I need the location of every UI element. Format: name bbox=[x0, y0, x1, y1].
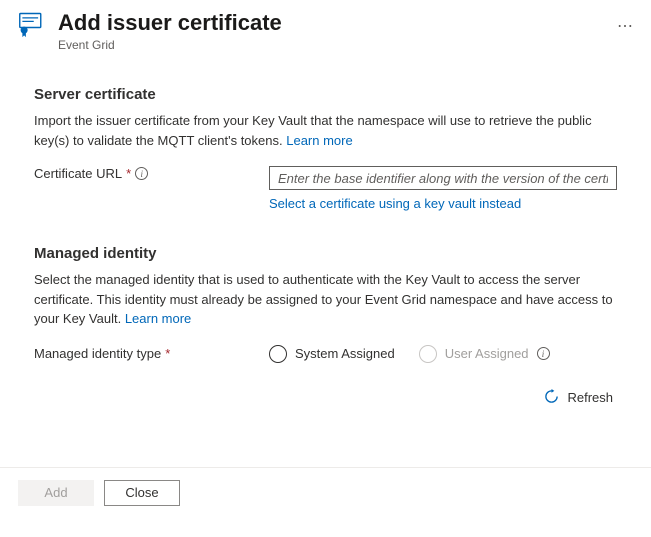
required-indicator: * bbox=[126, 166, 131, 181]
refresh-icon bbox=[544, 389, 559, 407]
managed-identity-type-row: Managed identity type * System Assigned … bbox=[34, 345, 617, 363]
add-button: Add bbox=[18, 480, 94, 506]
radio-icon bbox=[419, 345, 437, 363]
server-certificate-description: Import the issuer certificate from your … bbox=[34, 111, 617, 150]
radio-icon bbox=[269, 345, 287, 363]
info-icon[interactable]: i bbox=[537, 347, 550, 360]
panel-content: Server certificate Import the issuer cer… bbox=[0, 56, 651, 417]
radio-system-assigned[interactable]: System Assigned bbox=[269, 345, 395, 363]
select-keyvault-link[interactable]: Select a certificate using a key vault i… bbox=[269, 196, 521, 211]
managed-identity-type-label: Managed identity type bbox=[34, 346, 161, 361]
required-indicator: * bbox=[165, 346, 170, 361]
managed-identity-heading: Managed identity bbox=[34, 245, 617, 262]
page-subtitle: Event Grid bbox=[58, 38, 605, 52]
radio-user-assigned: User Assigned i bbox=[419, 345, 550, 363]
server-certificate-heading: Server certificate bbox=[34, 86, 617, 103]
panel-header: Add issuer certificate Event Grid ⋯ bbox=[0, 0, 651, 56]
refresh-button[interactable]: Refresh bbox=[34, 389, 617, 407]
panel-footer: Add Close bbox=[0, 467, 651, 518]
certificate-url-label: Certificate URL bbox=[34, 166, 122, 181]
info-icon[interactable]: i bbox=[135, 167, 148, 180]
close-button[interactable]: Close bbox=[104, 480, 180, 506]
more-actions-icon[interactable]: ⋯ bbox=[617, 10, 633, 36]
server-cert-learn-more-link[interactable]: Learn more bbox=[286, 133, 352, 148]
certificate-icon bbox=[18, 10, 46, 41]
page-title: Add issuer certificate bbox=[58, 10, 605, 36]
managed-identity-description: Select the managed identity that is used… bbox=[34, 270, 617, 329]
certificate-url-input[interactable] bbox=[269, 166, 617, 190]
certificate-url-row: Certificate URL * i bbox=[34, 166, 617, 190]
managed-identity-learn-more-link[interactable]: Learn more bbox=[125, 311, 191, 326]
